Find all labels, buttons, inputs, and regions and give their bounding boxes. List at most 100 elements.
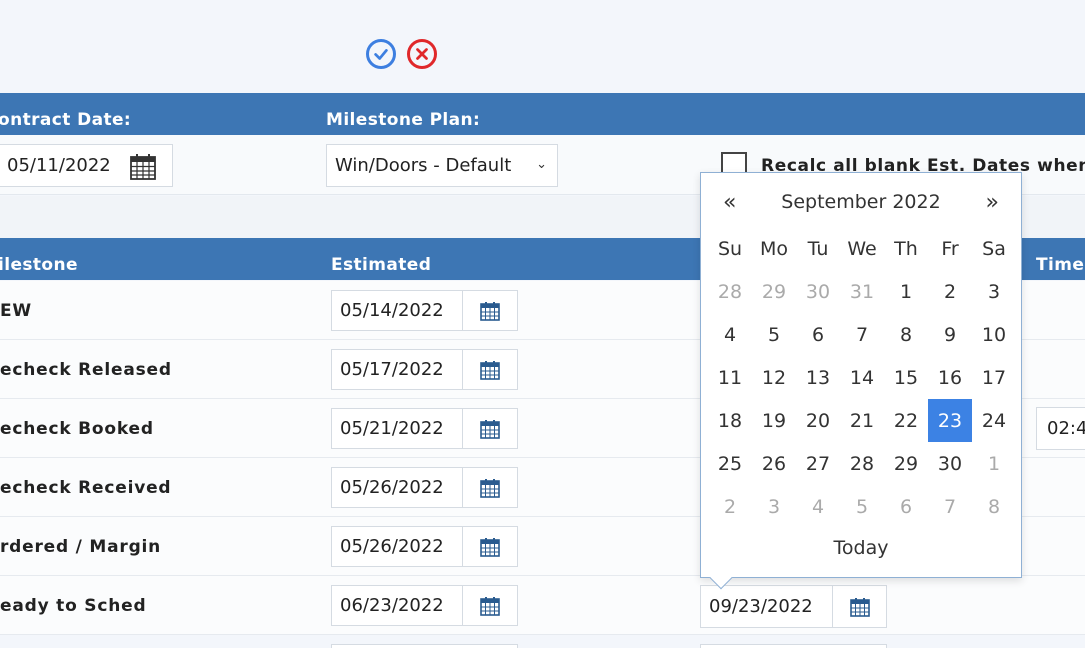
weekday-header: Th [894, 237, 918, 260]
milestone-name: echeck Released [0, 360, 172, 380]
time-field[interactable]: 02:4 [1036, 407, 1085, 450]
day-cell[interactable]: 29 [752, 270, 796, 313]
milestone-plan-select[interactable]: Win/Doors - Default ⌄ [326, 144, 558, 187]
day-cell[interactable]: 7 [928, 485, 972, 528]
weekday-header: Su [717, 237, 743, 260]
day-cell[interactable]: 1 [884, 270, 928, 313]
estimated-date-field[interactable]: 05/26/2022 [331, 467, 518, 508]
day-cell[interactable]: 26 [752, 442, 796, 485]
day-cell[interactable]: 7 [840, 313, 884, 356]
weekday-header: Fr [941, 237, 959, 260]
today-button[interactable]: Today [701, 537, 1021, 559]
estimated-date-field[interactable]: 05/14/2022 [331, 290, 518, 331]
day-cell[interactable]: 13 [796, 356, 840, 399]
day-cell[interactable]: 6 [884, 485, 928, 528]
day-cell[interactable]: 5 [840, 485, 884, 528]
actual-date-value[interactable]: 09/23/2022 [701, 586, 833, 627]
table-row: eady to Sched 06/23/2022 [0, 576, 1085, 635]
calendar-icon [849, 597, 870, 617]
calendar-button[interactable] [463, 291, 517, 330]
contract-date-field[interactable]: 05/11/2022 [0, 144, 173, 187]
day-cell[interactable]: 28 [840, 442, 884, 485]
milestone-name: EW [0, 301, 32, 321]
day-cell[interactable]: 27 [796, 442, 840, 485]
estimated-date-value[interactable]: 05/14/2022 [332, 291, 463, 330]
estimated-date-field[interactable]: 05/26/2022 [331, 526, 518, 567]
day-cell[interactable]: 31 [840, 270, 884, 313]
day-cell[interactable]: 8 [972, 485, 1016, 528]
day-cell[interactable]: 4 [796, 485, 840, 528]
col-time-header: Time [1036, 255, 1085, 275]
day-cell[interactable]: 2 [928, 270, 972, 313]
day-cell[interactable]: 3 [752, 485, 796, 528]
day-cell[interactable]: 19 [752, 399, 796, 442]
col-milestone-header: ilestone [0, 255, 78, 275]
day-cell[interactable]: 6 [796, 313, 840, 356]
calendar-button[interactable] [463, 409, 517, 448]
settings-header-band: ontract Date: Milestone Plan: [0, 93, 1085, 135]
calendar-button[interactable] [463, 586, 517, 625]
day-cell[interactable]: 11 [708, 356, 752, 399]
estimated-date-field[interactable] [331, 644, 518, 648]
calendar-icon [480, 537, 500, 557]
day-cell[interactable]: 9 [928, 313, 972, 356]
actual-date-field[interactable]: 09/23/2022 [700, 585, 887, 628]
day-cell[interactable]: 14 [840, 356, 884, 399]
next-month-button[interactable]: » [986, 190, 999, 215]
day-cell[interactable]: 4 [708, 313, 752, 356]
milestone-name: eady to Sched [0, 596, 147, 616]
calendar-icon [480, 478, 500, 498]
milestone-name: echeck Received [0, 478, 172, 498]
estimated-date-value[interactable]: 05/17/2022 [332, 350, 463, 389]
day-cell[interactable]: 20 [796, 399, 840, 442]
day-cell[interactable]: 5 [752, 313, 796, 356]
day-cell[interactable]: 12 [752, 356, 796, 399]
datepicker-header: September 2022 « » [701, 190, 1021, 217]
day-cell[interactable]: 17 [972, 356, 1016, 399]
estimated-date-value[interactable]: 06/23/2022 [332, 586, 463, 625]
confirm-check-icon[interactable] [366, 39, 396, 69]
chevron-down-icon: ⌄ [536, 157, 547, 172]
day-cell[interactable]: 1 [972, 442, 1016, 485]
estimated-date-value[interactable]: 05/21/2022 [332, 409, 463, 448]
day-cell[interactable]: 30 [928, 442, 972, 485]
day-cell[interactable]: 15 [884, 356, 928, 399]
day-cell[interactable]: 21 [840, 399, 884, 442]
datepicker-popup: September 2022 « » Su Mo Tu We Th Fr Sa 28 29 30 3… [700, 172, 1022, 590]
milestone-name: echeck Booked [0, 419, 154, 439]
selected-day-cell[interactable]: 23 [928, 399, 972, 442]
calendar-icon[interactable] [130, 153, 156, 180]
day-cell[interactable]: 18 [708, 399, 752, 442]
day-cell[interactable]: 29 [884, 442, 928, 485]
calendar-icon [480, 301, 500, 321]
calendar-button[interactable] [833, 586, 886, 627]
day-cell[interactable]: 30 [796, 270, 840, 313]
day-cell[interactable]: 10 [972, 313, 1016, 356]
calendar-icon [480, 360, 500, 380]
day-cell[interactable]: 22 [884, 399, 928, 442]
day-cell[interactable]: 2 [708, 485, 752, 528]
day-cell[interactable]: 8 [884, 313, 928, 356]
weekday-header: Tu [807, 237, 829, 260]
estimated-date-field[interactable]: 05/17/2022 [331, 349, 518, 390]
col-estimated-header: Estimated [331, 255, 432, 275]
day-cell[interactable]: 28 [708, 270, 752, 313]
cancel-x-icon[interactable] [407, 39, 437, 69]
calendar-button[interactable] [463, 527, 517, 566]
weekday-header: We [847, 237, 877, 260]
calendar-button[interactable] [463, 350, 517, 389]
day-cell[interactable]: 25 [708, 442, 752, 485]
prev-month-button[interactable]: « [723, 190, 736, 215]
milestone-plan-label: Milestone Plan: [326, 110, 481, 130]
estimated-date-value[interactable]: 05/26/2022 [332, 468, 463, 507]
calendar-icon [480, 596, 500, 616]
calendar-button[interactable] [463, 468, 517, 507]
day-cell[interactable]: 3 [972, 270, 1016, 313]
day-cell[interactable]: 16 [928, 356, 972, 399]
month-title[interactable]: September 2022 [701, 191, 1021, 213]
estimated-date-field[interactable]: 05/21/2022 [331, 408, 518, 449]
actual-date-field[interactable] [700, 644, 887, 648]
estimated-date-value[interactable]: 05/26/2022 [332, 527, 463, 566]
estimated-date-field[interactable]: 06/23/2022 [331, 585, 518, 626]
day-cell[interactable]: 24 [972, 399, 1016, 442]
